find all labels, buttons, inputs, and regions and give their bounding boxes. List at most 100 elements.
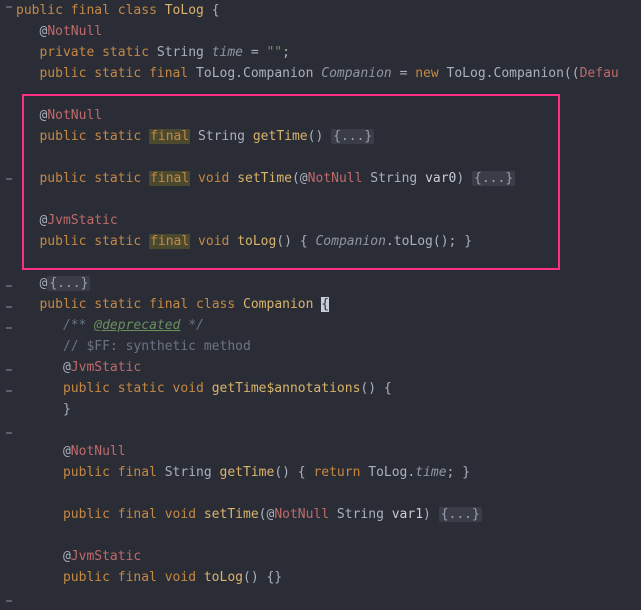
code-line[interactable]: // $FF: synthetic method xyxy=(16,336,641,357)
token-kw: void xyxy=(173,381,212,396)
token-kw: final xyxy=(118,465,165,480)
token-ann: Defau xyxy=(580,66,619,81)
code-line[interactable]: public final class ToLog { xyxy=(16,0,641,21)
token-kw: final xyxy=(149,297,196,312)
token-kw: return xyxy=(313,465,368,480)
code-line[interactable] xyxy=(16,84,641,105)
token-kw: public xyxy=(16,570,118,585)
code-line[interactable]: public static void getTime$annotations()… xyxy=(16,378,641,399)
fold-mark[interactable] xyxy=(6,369,12,371)
fold-mark[interactable] xyxy=(6,600,12,602)
code-line[interactable] xyxy=(16,252,641,273)
token-ann: NotNull xyxy=(308,171,363,186)
token-name: setTime xyxy=(237,171,292,186)
token-type: String xyxy=(362,171,425,186)
token-kw: new xyxy=(415,66,446,81)
token-ann: JvmStatic xyxy=(71,549,141,564)
token-type: (@ xyxy=(292,171,308,186)
token-kw: void xyxy=(165,507,204,522)
code-line[interactable]: @NotNull xyxy=(16,105,641,126)
token-type: (@ xyxy=(259,507,275,522)
token-kw: final xyxy=(118,507,165,522)
token-punct: @ xyxy=(16,549,71,564)
token-name: toLog xyxy=(204,570,243,585)
code-line[interactable]: @NotNull xyxy=(16,441,641,462)
token-ann: NotNull xyxy=(71,444,126,459)
code-line[interactable]: @{...} xyxy=(16,273,641,294)
code-line[interactable]: @NotNull xyxy=(16,21,641,42)
token-br: {} xyxy=(266,570,282,585)
token-doccomment: /** xyxy=(16,318,94,333)
token-type: ToLog. xyxy=(368,465,415,480)
token-name: toLog xyxy=(237,234,276,249)
token-str: "" xyxy=(266,45,282,60)
token-punct: ; xyxy=(282,45,290,60)
code-line[interactable]: @JvmStatic xyxy=(16,546,641,567)
token-name: setTime xyxy=(204,507,259,522)
token-punct: ; xyxy=(447,465,463,480)
token-doctag: @deprecated xyxy=(94,318,180,333)
editor-gutter xyxy=(0,0,16,610)
token-br: } xyxy=(464,234,472,249)
token-br: } xyxy=(16,402,71,417)
token-name: getTime xyxy=(253,129,308,144)
token-br: { xyxy=(298,465,314,480)
token-name: getTime xyxy=(220,465,275,480)
fold-mark[interactable] xyxy=(6,285,12,287)
token-punct xyxy=(190,129,198,144)
token-punct: @ xyxy=(16,360,71,375)
token-kw: public xyxy=(16,507,118,522)
code-line[interactable]: public static final ToLog.Companion Comp… xyxy=(16,63,641,84)
code-line[interactable] xyxy=(16,189,641,210)
code-line[interactable]: public static final class Companion { xyxy=(16,294,641,315)
token-kw: static xyxy=(94,66,149,81)
token-type: String xyxy=(165,465,220,480)
token-hfinal: final xyxy=(149,171,190,186)
token-ann: JvmStatic xyxy=(71,360,141,375)
fold-mark[interactable] xyxy=(6,327,12,329)
token-type: ) xyxy=(423,507,439,522)
code-line[interactable] xyxy=(16,525,641,546)
code-line[interactable]: @JvmStatic xyxy=(16,357,641,378)
fold-mark[interactable] xyxy=(6,6,12,8)
token-param: var1 xyxy=(392,507,423,522)
token-italic: time xyxy=(212,45,251,60)
code-line[interactable]: public final void toLog() {} xyxy=(16,567,641,588)
code-line[interactable] xyxy=(16,420,641,441)
code-line[interactable]: public static final void setTime(@NotNul… xyxy=(16,168,641,189)
code-line[interactable] xyxy=(16,483,641,504)
fold-mark[interactable] xyxy=(6,178,12,180)
token-type: () xyxy=(243,570,266,585)
code-line[interactable]: /** @deprecated */ xyxy=(16,315,641,336)
fold-mark[interactable] xyxy=(6,306,12,308)
token-kw: void xyxy=(198,234,237,249)
token-punct: @ xyxy=(16,108,47,123)
code-line[interactable]: public static final String getTime() {..… xyxy=(16,126,641,147)
token-punct xyxy=(190,171,198,186)
token-type: () xyxy=(360,381,383,396)
code-line[interactable]: } xyxy=(16,399,641,420)
code-editor[interactable]: public final class ToLog { @NotNull priv… xyxy=(16,0,641,588)
token-punct: = xyxy=(251,45,267,60)
token-type: String xyxy=(157,45,212,60)
token-punct xyxy=(190,234,198,249)
fold-mark[interactable] xyxy=(6,432,12,434)
token-kw: static xyxy=(94,129,149,144)
code-line[interactable]: private static String time = ""; xyxy=(16,42,641,63)
token-kw: public xyxy=(16,3,71,18)
code-line[interactable] xyxy=(16,147,641,168)
token-folded: {...} xyxy=(331,129,374,144)
token-italic: Companion xyxy=(321,66,399,81)
code-line[interactable]: @JvmStatic xyxy=(16,210,641,231)
fold-mark[interactable] xyxy=(6,390,12,392)
token-type: () xyxy=(276,234,299,249)
code-line[interactable]: public final void setTime(@NotNull Strin… xyxy=(16,504,641,525)
token-punct: @ xyxy=(16,276,47,291)
token-kw: public xyxy=(16,129,94,144)
token-ann: NotNull xyxy=(47,24,102,39)
token-punct: @ xyxy=(16,213,47,228)
token-kw: private xyxy=(16,45,102,60)
token-ann: JvmStatic xyxy=(47,213,117,228)
code-line[interactable]: public final String getTime() { return T… xyxy=(16,462,641,483)
code-line[interactable]: public static final void toLog() { Compa… xyxy=(16,231,641,252)
